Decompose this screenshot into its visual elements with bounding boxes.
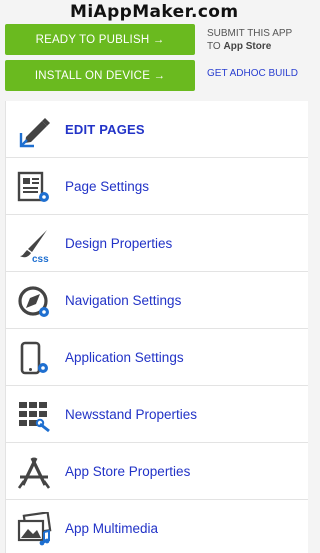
submit-store: App Store: [223, 40, 272, 52]
menu-item-label: App Multimedia: [65, 520, 159, 536]
settings-menu: EDIT PAGES Page Settings css Design Prop…: [5, 101, 308, 553]
brush-css-icon: css: [16, 227, 52, 263]
menu-item-navigation-settings[interactable]: Navigation Settings: [6, 272, 308, 329]
menu-item-label: Navigation Settings: [65, 292, 182, 308]
submit-app-link[interactable]: SUBMIT THIS APP TO App Store: [207, 28, 292, 53]
menu-item-label: Newsstand Properties: [65, 406, 198, 422]
menu-item-label: Design Properties: [65, 235, 173, 251]
newsstand-icon: [16, 398, 52, 434]
top-bar: MiAppMaker.com READY TO PUBLISH → INSTAL…: [0, 0, 307, 100]
menu-item-newsstand-properties[interactable]: Newsstand Properties: [6, 386, 308, 443]
menu-item-page-settings[interactable]: Page Settings: [6, 158, 308, 215]
submit-to: TO: [207, 40, 221, 52]
menu-item-label: Page Settings: [65, 178, 150, 194]
adhoc-build-link[interactable]: GET ADHOC BUILD: [207, 68, 298, 81]
phone-gear-icon: [16, 341, 52, 377]
svg-text:css: css: [32, 254, 49, 263]
app-store-icon: [16, 455, 52, 491]
compass-gear-icon: [16, 284, 52, 320]
menu-item-label: App Store Properties: [65, 463, 191, 479]
menu-item-app-multimedia[interactable]: App Multimedia: [6, 500, 308, 553]
multimedia-icon: [16, 512, 52, 548]
ready-to-publish-button[interactable]: READY TO PUBLISH →: [5, 24, 195, 55]
app-logo: MiAppMaker.com: [70, 2, 239, 22]
menu-item-label: Application Settings: [65, 349, 184, 365]
menu-item-design-properties[interactable]: css Design Properties: [6, 215, 308, 272]
menu-item-label: EDIT PAGES: [65, 121, 145, 137]
submit-line1: SUBMIT THIS APP: [207, 28, 293, 39]
menu-item-application-settings[interactable]: Application Settings: [6, 329, 308, 386]
install-on-device-button[interactable]: INSTALL ON DEVICE →: [5, 60, 195, 91]
menu-item-app-store-properties[interactable]: App Store Properties: [6, 443, 308, 500]
menu-item-edit-pages[interactable]: EDIT PAGES: [6, 101, 308, 158]
page-settings-icon: [16, 170, 52, 206]
pencil-icon: [16, 113, 52, 149]
